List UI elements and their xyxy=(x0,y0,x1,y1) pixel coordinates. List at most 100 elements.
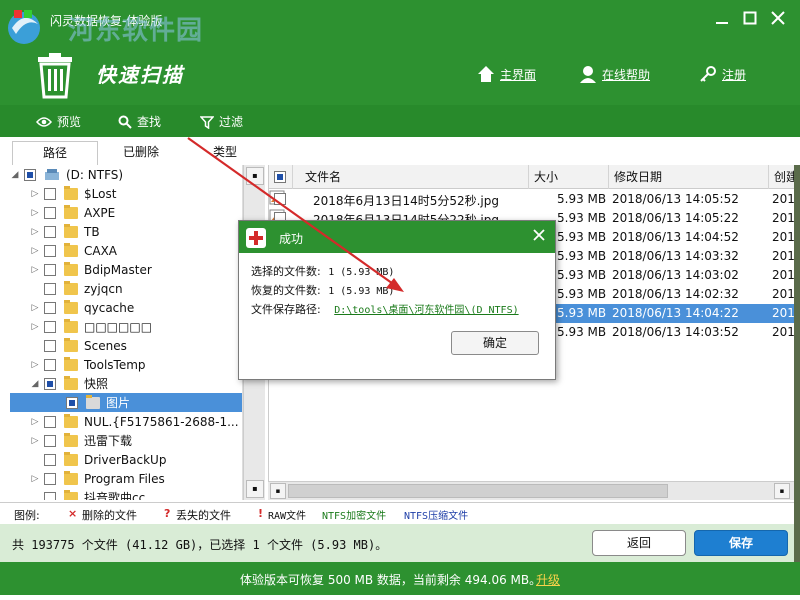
nav-help-link[interactable]: 在线帮助 xyxy=(578,63,650,85)
tree-item[interactable]: DriverBackUp xyxy=(10,450,242,469)
scroll-up-icon[interactable]: ▪ xyxy=(246,167,264,185)
tree-item[interactable]: Scenes xyxy=(10,336,242,355)
tree-checkbox[interactable] xyxy=(66,396,78,409)
tree-checkbox[interactable] xyxy=(44,377,56,390)
tree-item[interactable]: ◢ 快照 xyxy=(10,374,242,393)
scroll-left-icon[interactable]: ▪ xyxy=(270,483,286,499)
folder-icon xyxy=(64,451,78,466)
filter-button[interactable]: 过滤 xyxy=(200,113,243,130)
tree-checkbox[interactable] xyxy=(44,263,56,276)
expand-arrow-icon[interactable]: ▷ xyxy=(30,303,40,313)
expand-arrow-icon[interactable]: ▷ xyxy=(30,474,40,484)
home-icon xyxy=(478,66,494,82)
tree-item[interactable]: ▷ □□□□□□ xyxy=(10,317,242,336)
tree-checkbox[interactable] xyxy=(44,472,56,485)
upgrade-link[interactable]: 升级 xyxy=(536,571,560,588)
tree-item[interactable]: ▷ CAXA xyxy=(10,241,242,260)
file-created: 201 xyxy=(772,306,795,320)
footer-bar: 体验版本可恢复 500 MB 数据，当前剩余 494.06 MB。 升级 xyxy=(0,562,800,595)
search-button[interactable]: 查找 xyxy=(118,113,161,130)
minimize-icon[interactable] xyxy=(712,10,732,30)
tree-checkbox[interactable] xyxy=(44,415,56,428)
expand-arrow-icon[interactable]: ▷ xyxy=(30,208,40,218)
tree-checkbox[interactable] xyxy=(24,168,36,181)
tree-checkbox[interactable] xyxy=(44,206,56,219)
expand-arrow-icon[interactable]: ▷ xyxy=(30,246,40,256)
file-size: 5.93 MB xyxy=(557,287,607,301)
tab-path[interactable]: 路径 xyxy=(12,141,98,165)
save-button[interactable]: 保存 xyxy=(694,530,788,556)
save-path-link[interactable]: D:\tools\桌面\河东软件园\(D NTFS) xyxy=(334,305,518,316)
nav-home-link[interactable]: 主界面 xyxy=(476,63,536,85)
column-modified[interactable]: 修改日期 xyxy=(609,165,769,189)
preview-button[interactable]: 预览 xyxy=(36,113,81,130)
tab-deleted[interactable]: 已删除 xyxy=(98,141,184,165)
file-size: 5.93 MB xyxy=(557,325,607,339)
dialog-selected-row: 选择的文件数: 1 (5.93 MB) xyxy=(251,263,394,279)
tree-checkbox[interactable] xyxy=(44,320,56,333)
dialog-path-row: 文件保存路径: D:\tools\桌面\河东软件园\(D NTFS) xyxy=(251,301,519,317)
tree-item[interactable]: ◢ (D: NTFS) xyxy=(10,165,242,184)
status-bar: 共 193775 个文件 (41.12 GB)，已选择 1 个文件 (5.93 … xyxy=(0,524,794,562)
tree-checkbox[interactable] xyxy=(44,301,56,314)
tab-type[interactable]: 类型 xyxy=(184,141,266,165)
expand-arrow-icon[interactable]: ▷ xyxy=(30,322,40,332)
tree-item[interactable]: ▷ 迅雷下载 xyxy=(10,431,242,450)
folder-icon xyxy=(64,318,78,333)
expand-arrow-icon[interactable]: ◢ xyxy=(30,379,40,389)
column-name[interactable]: 文件名 xyxy=(293,165,529,189)
tree-checkbox[interactable] xyxy=(44,225,56,238)
tree-item[interactable]: ▷ NUL.{F5175861-2688-1... xyxy=(10,412,242,431)
tree-item[interactable]: 抖音歌曲cc xyxy=(10,488,242,500)
tree-checkbox[interactable] xyxy=(44,491,56,500)
tree-item-label: 抖音歌曲cc xyxy=(84,491,146,500)
expand-arrow-icon[interactable]: ▷ xyxy=(30,227,40,237)
nav-register-link[interactable]: 注册 xyxy=(698,63,746,85)
tree-checkbox[interactable] xyxy=(44,339,56,352)
tree-checkbox[interactable] xyxy=(44,244,56,257)
tree-checkbox[interactable] xyxy=(44,358,56,371)
scroll-down-icon[interactable]: ▪ xyxy=(246,480,264,498)
file-date: 2018/06/13 14:03:32 xyxy=(612,249,739,263)
table-row[interactable]: 2018年6月13日14时5分52秒.jpg 5.93 MB 2018/06/1… xyxy=(269,190,800,209)
close-icon[interactable] xyxy=(768,10,788,30)
app-medkit-icon xyxy=(246,228,266,248)
tree-item[interactable]: ▷ qycache xyxy=(10,298,242,317)
folder-icon xyxy=(64,489,78,500)
file-list-hscrollbar[interactable]: ▪ ▪ xyxy=(268,481,794,500)
expand-arrow-icon[interactable]: ▷ xyxy=(30,436,40,446)
tree-checkbox[interactable] xyxy=(44,187,56,200)
expand-arrow-icon[interactable]: ▷ xyxy=(30,360,40,370)
tree-item[interactable]: zyjqcn xyxy=(10,279,242,298)
row-checkbox[interactable] xyxy=(274,193,286,205)
scroll-right-icon[interactable]: ▪ xyxy=(774,483,790,499)
nav-home-label: 主界面 xyxy=(500,67,537,82)
dialog-restored-row: 恢复的文件数: 1 (5.93 MB) xyxy=(251,282,394,298)
expand-arrow-icon[interactable]: ▷ xyxy=(30,417,40,427)
tree-item-label: TB xyxy=(84,224,100,239)
tree-item-selected[interactable]: 图片 xyxy=(10,393,242,412)
tree-item[interactable]: ▷ Program Files xyxy=(10,469,242,488)
tree-item[interactable]: ▷ $Lost xyxy=(10,184,242,203)
tree-item[interactable]: ▷ TB xyxy=(10,222,242,241)
expand-arrow-icon[interactable]: ◢ xyxy=(10,170,20,180)
file-created: 201 xyxy=(772,249,795,263)
scroll-thumb[interactable] xyxy=(288,484,668,498)
select-all-cell[interactable] xyxy=(269,165,293,189)
expand-arrow-icon[interactable]: ▷ xyxy=(30,189,40,199)
maximize-icon[interactable] xyxy=(740,10,760,30)
filter-icon xyxy=(200,115,214,129)
select-all-checkbox[interactable] xyxy=(274,171,286,183)
tree-item[interactable]: ▷ AXPE xyxy=(10,203,242,222)
ok-button[interactable]: 确定 xyxy=(451,331,539,355)
tree-item[interactable]: ▷ ToolsTemp xyxy=(10,355,242,374)
dialog-close-icon[interactable] xyxy=(529,226,549,246)
column-size[interactable]: 大小 xyxy=(529,165,609,189)
tree-checkbox[interactable] xyxy=(44,282,56,295)
nav-help-label: 在线帮助 xyxy=(602,67,651,82)
tree-checkbox[interactable] xyxy=(44,453,56,466)
back-button[interactable]: 返回 xyxy=(592,530,686,556)
tree-checkbox[interactable] xyxy=(44,434,56,447)
expand-arrow-icon[interactable]: ▷ xyxy=(30,265,40,275)
tree-item[interactable]: ▷ BdipMaster xyxy=(10,260,242,279)
